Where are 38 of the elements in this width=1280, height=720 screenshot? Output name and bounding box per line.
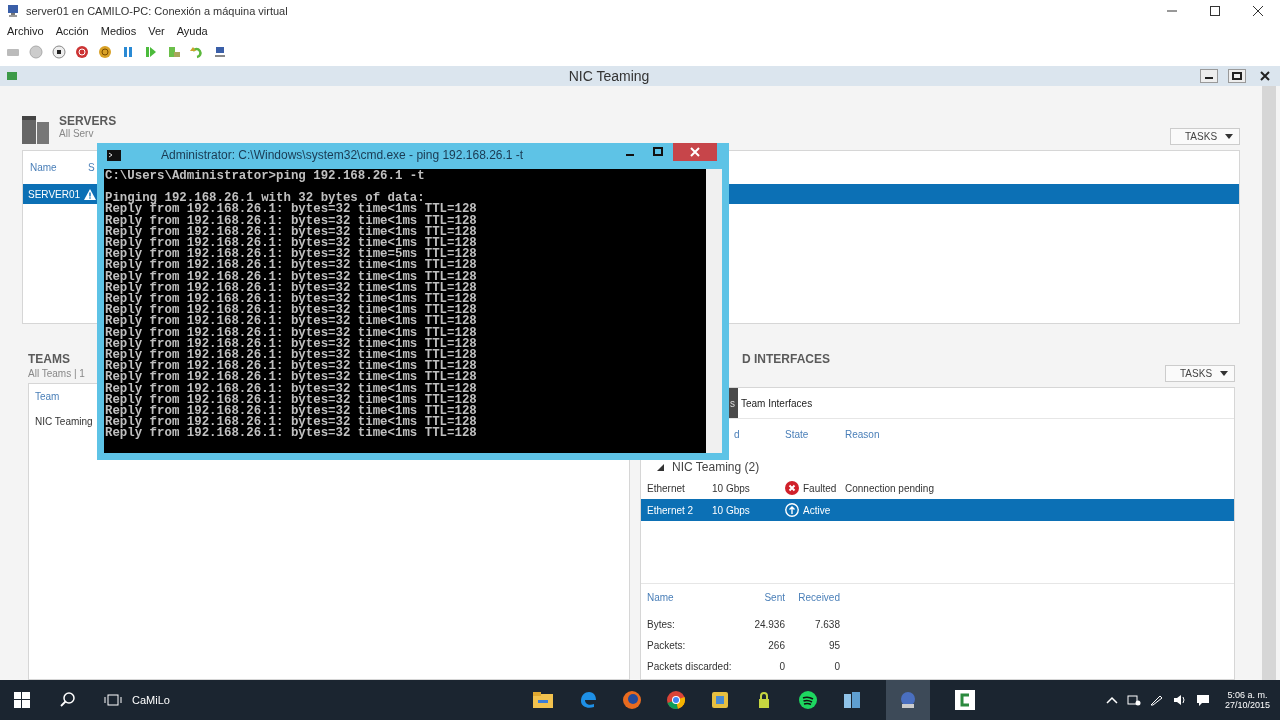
console-line: Reply from 192.168.26.1: bytes=32 time<1ms TTL=128	[105, 327, 478, 339]
console-line: Reply from 192.168.26.1: bytes=32 time<1ms TTL=128	[105, 260, 478, 272]
console-line: Reply from 192.168.26.1: bytes=32 time<1ms TTL=128	[105, 271, 478, 283]
stat-cell-text: Bytes:	[647, 619, 676, 630]
server-name: SERVER01	[28, 188, 81, 200]
section-subtitle: All Serv	[59, 128, 95, 139]
section-title: SERVERS	[59, 114, 117, 128]
adapter-state: Faulted	[803, 482, 837, 494]
console-line: Reply from 192.168.26.1: bytes=32 time<1ms TTL=128	[105, 383, 478, 395]
group-label: NIC Teaming (2)	[672, 460, 760, 474]
window-title: server01 en CAMILO-PC: Conexión a máquina virtual	[26, 5, 288, 17]
adapter-speed: 10 Gbps	[712, 504, 751, 516]
adapter-state: Active	[803, 504, 831, 516]
console-title: Administrator: C:\Windows\system32\cmd.exe - ping 192.168.26.1 -t	[161, 148, 524, 162]
console-line: Reply from 192.168.26.1: bytes=32 time<1ms TTL=128	[105, 204, 478, 216]
console-line: Reply from 192.168.26.1: bytes=32 time<1ms TTL=128	[105, 428, 478, 440]
stat-cell-text: 266	[767, 640, 785, 651]
stat-cell-text: 0	[778, 661, 785, 672]
adapter-speed: 10 Gbps	[712, 482, 751, 494]
adapter-name: Ethernet	[647, 482, 686, 494]
console-line: Reply from 192.168.26.1: bytes=32 time<1ms TTL=128	[105, 372, 478, 384]
stat-cell-text: 7.638	[813, 619, 840, 630]
stat-cell-text: 24.936	[753, 619, 785, 630]
console-line: Reply from 192.168.26.1: bytes=32 time<1ms TTL=128	[105, 226, 478, 238]
console-line: C:\Users\Administrator>ping 192.168.26.1 -t	[105, 171, 426, 183]
console-line: Reply from 192.168.26.1: bytes=32 time<1ms TTL=128	[105, 215, 478, 227]
stat-cell-text: Packets:	[647, 640, 687, 651]
adapter-reason: Connection pending	[845, 482, 935, 494]
console-line: Reply from 192.168.26.1: bytes=32 time<1ms TTL=128	[105, 316, 478, 328]
section-subtitle: All Teams | 1	[28, 368, 85, 379]
stat-cell-text: Packets discarded:	[647, 661, 733, 672]
stat-cell-text: 95	[827, 640, 840, 651]
window-title: NIC Teaming	[568, 68, 650, 84]
user-name: CaMiLo	[132, 694, 170, 706]
section-title: TEAMS	[28, 352, 70, 366]
section-title: D INTERFACES	[742, 352, 830, 368]
stat-cell-text: 0	[833, 661, 840, 672]
adapter-name: Ethernet 2	[647, 504, 695, 516]
